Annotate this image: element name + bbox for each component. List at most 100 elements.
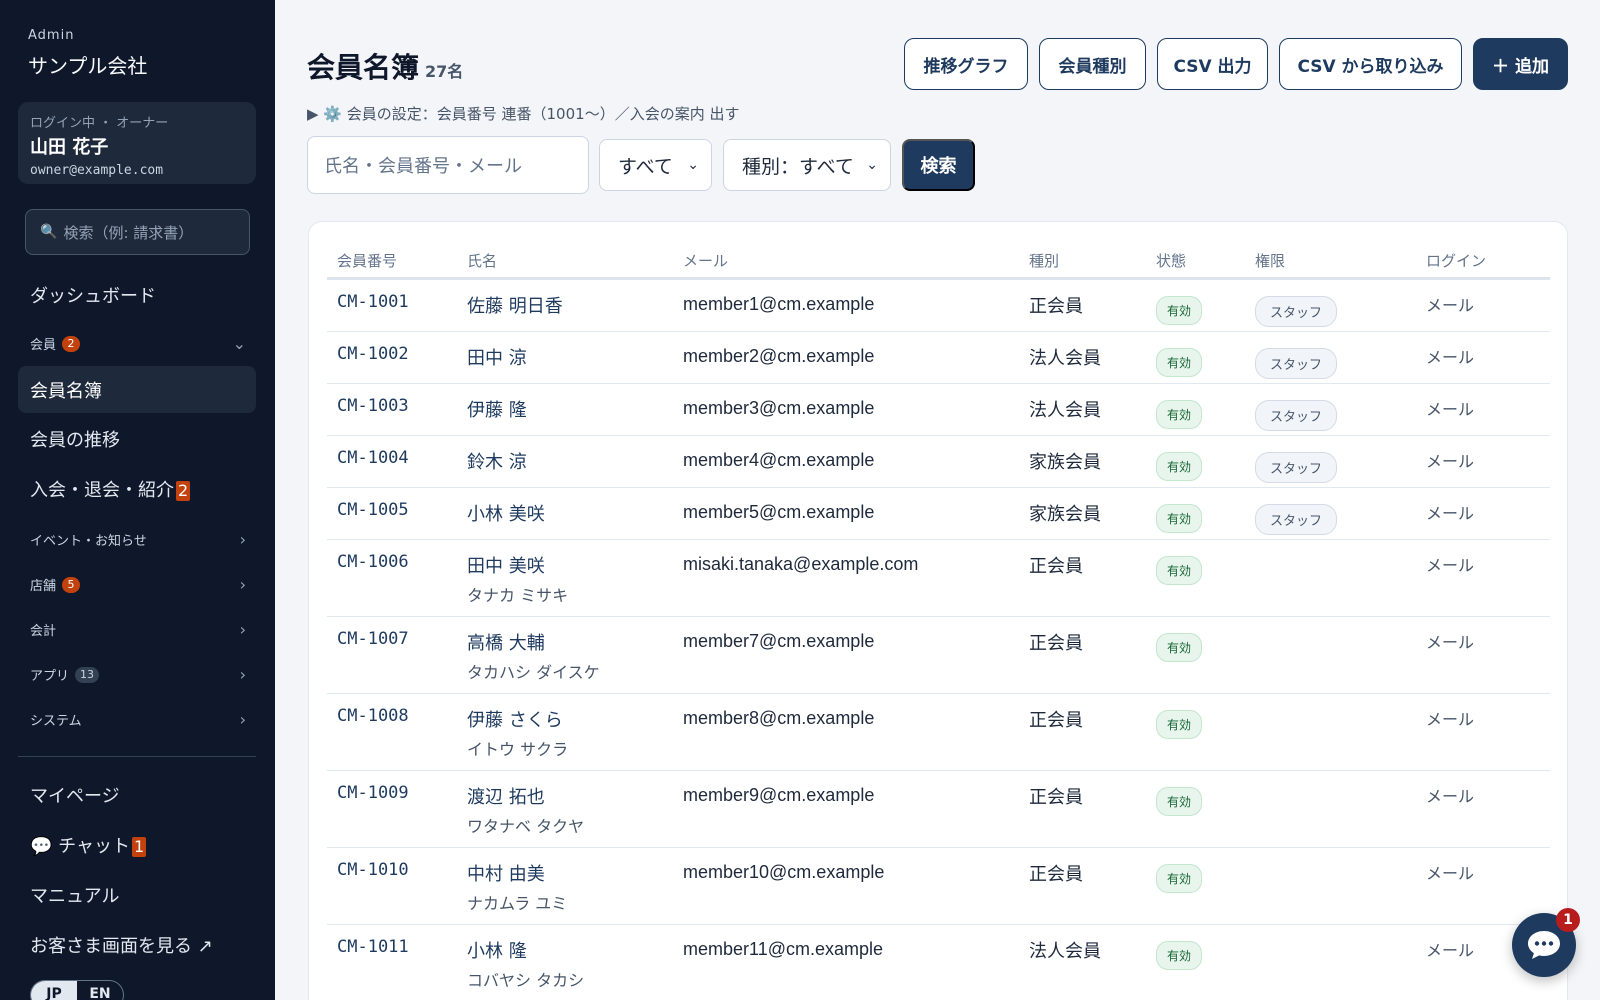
member-type: 正会員 (1029, 710, 1083, 731)
csv-import-button[interactable]: CSV から取り込み (1279, 38, 1462, 90)
column-header-email[interactable]: メール (683, 250, 728, 271)
table-row[interactable]: CM-1008 伊藤 さくら イトウ サクラ member8@cm.example 正会… (327, 694, 1550, 771)
sidebar: Admin サンプル会社 ログイン中 ・ オーナー 山田 花子 owner@ex… (0, 0, 275, 1000)
sidebar-item-customer-view[interactable]: お客さま画面を見る ↗ (30, 932, 213, 958)
column-header-type[interactable]: 種別 (1029, 250, 1059, 271)
table-row[interactable]: CM-1007 高橋 大輔 タカハシ ダイスケ member7@cm.example 正… (327, 617, 1550, 694)
member-id-link[interactable]: CM-1008 (337, 706, 409, 726)
status-filter-value: すべて (618, 155, 673, 178)
chevron-right-icon: › (239, 665, 246, 684)
sidebar-item-manual[interactable]: マニュアル (30, 882, 119, 908)
sidebar-section-label: イベント・お知らせ (30, 534, 147, 549)
member-type: 家族会員 (1029, 452, 1101, 473)
search-button[interactable]: 検索 (902, 139, 975, 191)
sidebar-section-label: 店舗 (30, 579, 57, 594)
column-header-login[interactable]: ログイン (1426, 250, 1486, 271)
member-email: member8@cm.example (683, 708, 875, 728)
member-name-link[interactable]: 伊藤 さくら (467, 706, 563, 732)
sidebar-section-system[interactable]: システム › (30, 710, 246, 729)
login-method: メール (1426, 941, 1475, 960)
member-name-link[interactable]: 高橋 大輔 (467, 629, 545, 655)
sidebar-section-stores[interactable]: 店舗 5 › (30, 575, 246, 594)
sidebar-section-events[interactable]: イベント・お知らせ › (30, 530, 246, 549)
login-method: メール (1426, 400, 1475, 419)
status-badge: 有効 (1156, 348, 1203, 377)
sidebar-search-input[interactable]: 🔍 検索（例: 請求書） (25, 209, 250, 255)
sidebar-item-member-list[interactable]: 会員名簿 (30, 377, 102, 403)
member-type: 法人会員 (1029, 941, 1101, 962)
member-name-link[interactable]: 渡辺 拓也 (467, 783, 545, 809)
table-row[interactable]: CM-1004 鈴木 涼 member4@cm.example 家族会員 有効 メール スタ… (327, 436, 1550, 488)
sidebar-section-apps[interactable]: アプリ 13 › (30, 665, 246, 684)
member-name-link[interactable]: 佐藤 明日香 (467, 292, 563, 318)
member-email: member2@cm.example (683, 346, 875, 366)
sidebar-section-members[interactable]: 会員 2 ⌄ (30, 334, 246, 353)
member-email: member11@cm.example (683, 939, 884, 959)
column-header-status[interactable]: 状態 (1156, 250, 1186, 271)
table-row[interactable]: CM-1006 田中 美咲 タナカ ミサキ misaki.tanaka@example… (327, 540, 1550, 617)
type-filter-select[interactable]: 種別：すべて ⌄ (723, 139, 891, 191)
member-id-link[interactable]: CM-1010 (337, 860, 409, 880)
sidebar-item-mypage[interactable]: マイページ (30, 782, 120, 808)
member-name-link[interactable]: 小林 美咲 (467, 500, 545, 526)
member-id-link[interactable]: CM-1001 (337, 292, 409, 312)
lang-jp-option[interactable]: JP (31, 981, 77, 1000)
column-header-role[interactable]: 権限 (1255, 250, 1285, 271)
brand-name[interactable]: サンプル会社 (28, 50, 147, 79)
sidebar-section-accounting[interactable]: 会計 › (30, 620, 246, 639)
member-name-link[interactable]: 田中 涼 (467, 344, 527, 370)
member-email: misaki.tanaka@example.com (683, 554, 919, 574)
sidebar-item-member-trend[interactable]: 会員の推移 (30, 426, 120, 452)
lang-en-option[interactable]: EN (77, 981, 123, 1000)
member-types-button[interactable]: 会員種別 (1039, 38, 1146, 90)
member-id-link[interactable]: CM-1004 (337, 448, 409, 468)
add-member-button[interactable]: ＋ 追加 (1473, 38, 1568, 90)
language-toggle[interactable]: JP EN (30, 980, 124, 1000)
sidebar-section-label: アプリ (30, 669, 70, 684)
table-row[interactable]: CM-1010 中村 由美 ナカムラ ユミ member10@cm.example 正会… (327, 848, 1550, 925)
chevron-right-icon: › (239, 530, 246, 549)
member-name-link[interactable]: 中村 由美 (467, 860, 545, 886)
member-name-link[interactable]: 田中 美咲 (467, 552, 545, 578)
table-header: 会員番号 氏名 メール 種別 状態 権限 ログイン (327, 244, 1550, 280)
table-row[interactable]: CM-1009 渡辺 拓也 ワタナベ タクヤ member9@cm.example 正会… (327, 771, 1550, 848)
member-id-link[interactable]: CM-1009 (337, 783, 409, 803)
table-row[interactable]: CM-1002 田中 涼 member2@cm.example 法人会員 有効 メール スタ… (327, 332, 1550, 384)
login-method: メール (1426, 864, 1475, 883)
user-card[interactable]: ログイン中 ・ オーナー 山田 花子 owner@example.com (18, 102, 256, 184)
member-search-input[interactable]: 氏名・会員番号・メール (307, 136, 589, 194)
member-id-link[interactable]: CM-1002 (337, 344, 409, 364)
status-filter-select[interactable]: すべて ⌄ (599, 139, 712, 191)
column-header-id[interactable]: 会員番号 (337, 250, 397, 271)
sidebar-item-chat[interactable]: 💬 チャット 1 (30, 832, 147, 858)
member-count: 27名 (425, 62, 464, 81)
chevron-down-icon: ⌄ (232, 334, 246, 353)
role-badge: スタッフ (1255, 504, 1338, 535)
status-badge: 有効 (1156, 452, 1203, 481)
sidebar-item-dashboard[interactable]: ダッシュボード (30, 282, 156, 308)
sidebar-section-label: システム (30, 714, 82, 729)
column-header-name[interactable]: 氏名 (467, 250, 497, 271)
member-email: member4@cm.example (683, 450, 875, 470)
member-id-link[interactable]: CM-1007 (337, 629, 409, 649)
member-type: 正会員 (1029, 556, 1083, 577)
csv-export-button[interactable]: CSV 出力 (1157, 38, 1268, 90)
sidebar-item-join-leave[interactable]: 入会・退会・紹介 2 (30, 476, 191, 502)
table-row[interactable]: CM-1001 佐藤 明日香 member1@cm.example 正会員 有効 メール ス… (327, 280, 1550, 332)
trend-graph-button[interactable]: 推移グラフ (904, 38, 1028, 90)
member-table-card: 会員番号 氏名 メール 種別 状態 権限 ログイン CM-1001 佐藤 明日香 m… (308, 221, 1568, 1000)
member-id-link[interactable]: CM-1005 (337, 500, 409, 520)
member-name-link[interactable]: 鈴木 涼 (467, 448, 527, 474)
sidebar-section-label: 会計 (30, 624, 57, 639)
stores-badge: 5 (62, 576, 81, 593)
member-name-link[interactable]: 小林 隆 (467, 937, 527, 963)
table-row[interactable]: CM-1003 伊藤 隆 member3@cm.example 法人会員 有効 メール スタ… (327, 384, 1550, 436)
member-id-link[interactable]: CM-1011 (337, 937, 409, 957)
member-id-link[interactable]: CM-1006 (337, 552, 409, 572)
member-name-link[interactable]: 伊藤 隆 (467, 396, 527, 422)
member-id-link[interactable]: CM-1003 (337, 396, 409, 416)
table-row[interactable]: CM-1005 小林 美咲 member5@cm.example 家族会員 有効 メール ス… (327, 488, 1550, 540)
table-row[interactable]: CM-1011 小林 隆コバヤシ タカシ member11@cm.example 法人… (327, 925, 1550, 1000)
member-settings-toggle[interactable]: ▶ ⚙️ 会員の設定：会員番号 連番（1001〜）／入会の案内 出す (307, 103, 739, 124)
role-badge: スタッフ (1255, 452, 1338, 483)
